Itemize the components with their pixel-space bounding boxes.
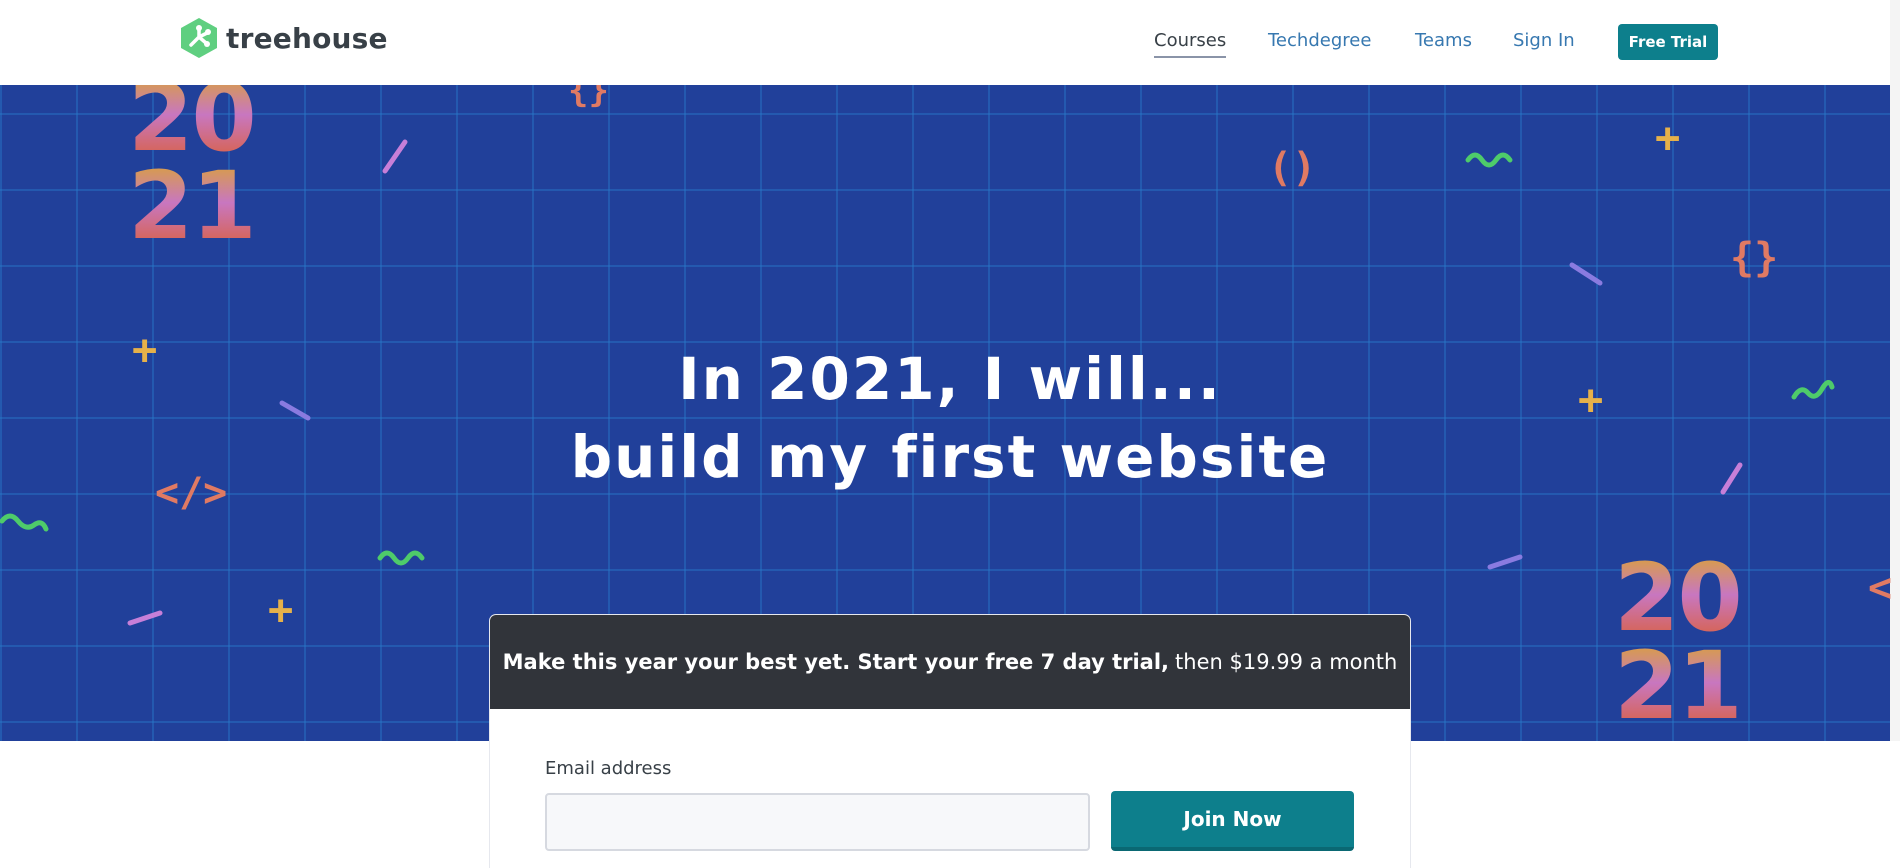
email-label: Email address: [545, 758, 672, 779]
treehouse-leaf-icon: [181, 18, 217, 58]
dash-icon: [127, 610, 163, 626]
nav-techdegree[interactable]: Techdegree: [1268, 26, 1371, 56]
dash-icon: [1487, 554, 1523, 570]
headline-line-2: build my first website: [570, 423, 1330, 491]
nav-courses[interactable]: Courses: [1154, 26, 1227, 58]
site-header: treehouse Courses Techdegree Teams Sign …: [0, 0, 1900, 85]
logo-text: treehouse: [226, 21, 388, 55]
logo[interactable]: treehouse: [178, 17, 388, 59]
trial-banner-price: then $19.99 a month: [1175, 650, 1398, 674]
free-trial-button[interactable]: Free Trial: [1618, 24, 1718, 60]
squiggle-icon: [0, 513, 49, 532]
squiggle-icon: [377, 550, 425, 566]
headline-line-1: In 2021, I will...: [678, 345, 1222, 413]
email-field[interactable]: [545, 793, 1090, 851]
join-now-button[interactable]: Join Now: [1111, 791, 1354, 851]
signup-card: Make this year your best yet. Start your…: [490, 615, 1410, 868]
nav-sign-in[interactable]: Sign In: [1513, 26, 1575, 56]
hero-headline: In 2021, I will... build my first websit…: [0, 340, 1900, 496]
squiggle-icon: [1465, 152, 1513, 168]
dash-icon: [1569, 262, 1603, 286]
dash-icon: [382, 139, 408, 174]
trial-banner-bold: Make this year your best yet. Start your…: [502, 650, 1170, 674]
nav-teams[interactable]: Teams: [1415, 26, 1472, 56]
page: treehouse Courses Techdegree Teams Sign …: [0, 0, 1900, 868]
trial-banner: Make this year your best yet. Start your…: [490, 615, 1410, 709]
